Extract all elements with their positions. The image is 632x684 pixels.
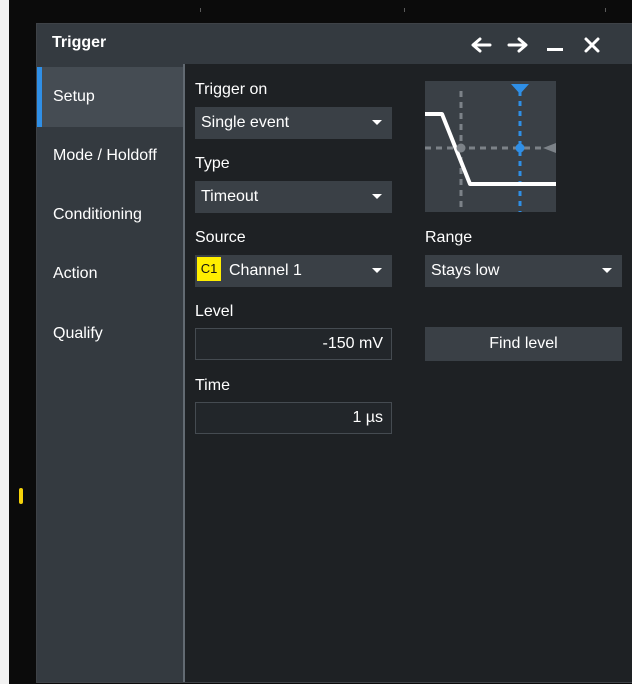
arrow-left-icon — [471, 37, 492, 53]
time-input[interactable]: 1 µs — [195, 402, 392, 434]
trigger-on-label: Trigger on — [195, 81, 268, 98]
dialog-title: Trigger — [52, 34, 107, 51]
type-select[interactable]: Timeout — [195, 181, 392, 213]
minimize-icon — [547, 48, 563, 51]
close-button[interactable] — [577, 32, 607, 58]
trigger-on-value: Single event — [201, 114, 290, 131]
oscilloscope-display: Trigger Setup Mode / Holdoff Conditionin… — [9, 0, 632, 684]
sidebar-item-conditioning[interactable]: Conditioning — [37, 185, 183, 245]
close-icon — [584, 37, 600, 53]
sidebar-item-label: Mode / Holdoff — [53, 147, 157, 164]
sidebar-item-action[interactable]: Action — [37, 244, 183, 304]
chevron-down-icon — [372, 120, 382, 125]
back-button[interactable] — [466, 32, 496, 58]
timeout-point — [515, 143, 525, 153]
sidebar-item-label: Conditioning — [53, 206, 142, 223]
dialog-titlebar[interactable]: Trigger — [37, 24, 632, 64]
sidebar-item-qualify[interactable]: Qualify — [37, 304, 183, 364]
type-value: Timeout — [201, 188, 259, 205]
arrow-right-icon — [507, 37, 528, 53]
channel-badge: C1 — [197, 257, 221, 282]
level-input[interactable]: -150 mV — [195, 328, 392, 360]
trigger-on-select[interactable]: Single event — [195, 107, 392, 139]
type-label: Type — [195, 155, 230, 172]
chevron-down-icon — [602, 268, 612, 273]
level-label: Level — [195, 303, 234, 320]
source-label: Source — [195, 229, 246, 246]
level-crossing-point — [456, 143, 466, 153]
time-label: Time — [195, 377, 230, 394]
minimize-button[interactable] — [540, 32, 570, 58]
grid-dot — [605, 8, 606, 12]
source-select[interactable]: C1 Channel 1 — [195, 255, 392, 287]
chevron-down-icon — [372, 194, 382, 199]
range-label: Range — [425, 229, 473, 246]
forward-button[interactable] — [503, 32, 533, 58]
grid-dot — [404, 8, 405, 12]
grid-dot — [200, 8, 201, 12]
sidebar-item-setup[interactable]: Setup — [37, 67, 183, 127]
sidebar-item-label: Setup — [53, 88, 95, 105]
sidebar-item-label: Qualify — [53, 325, 103, 342]
sidebar-divider — [183, 64, 185, 682]
range-select[interactable]: Stays low — [425, 255, 622, 287]
trigger-level-marker-left[interactable] — [19, 488, 23, 504]
find-level-button[interactable]: Find level — [425, 327, 622, 361]
dialog-sidebar: Setup Mode / Holdoff Conditioning Action… — [37, 64, 183, 682]
trigger-dialog: Trigger Setup Mode / Holdoff Conditionin… — [36, 23, 632, 683]
sidebar-item-label: Action — [53, 265, 98, 282]
source-value: Channel 1 — [229, 262, 302, 279]
trigger-timeout-diagram — [425, 81, 556, 212]
sidebar-item-mode-holdoff[interactable]: Mode / Holdoff — [37, 126, 183, 186]
chevron-down-icon — [372, 268, 382, 273]
range-value: Stays low — [431, 262, 500, 279]
